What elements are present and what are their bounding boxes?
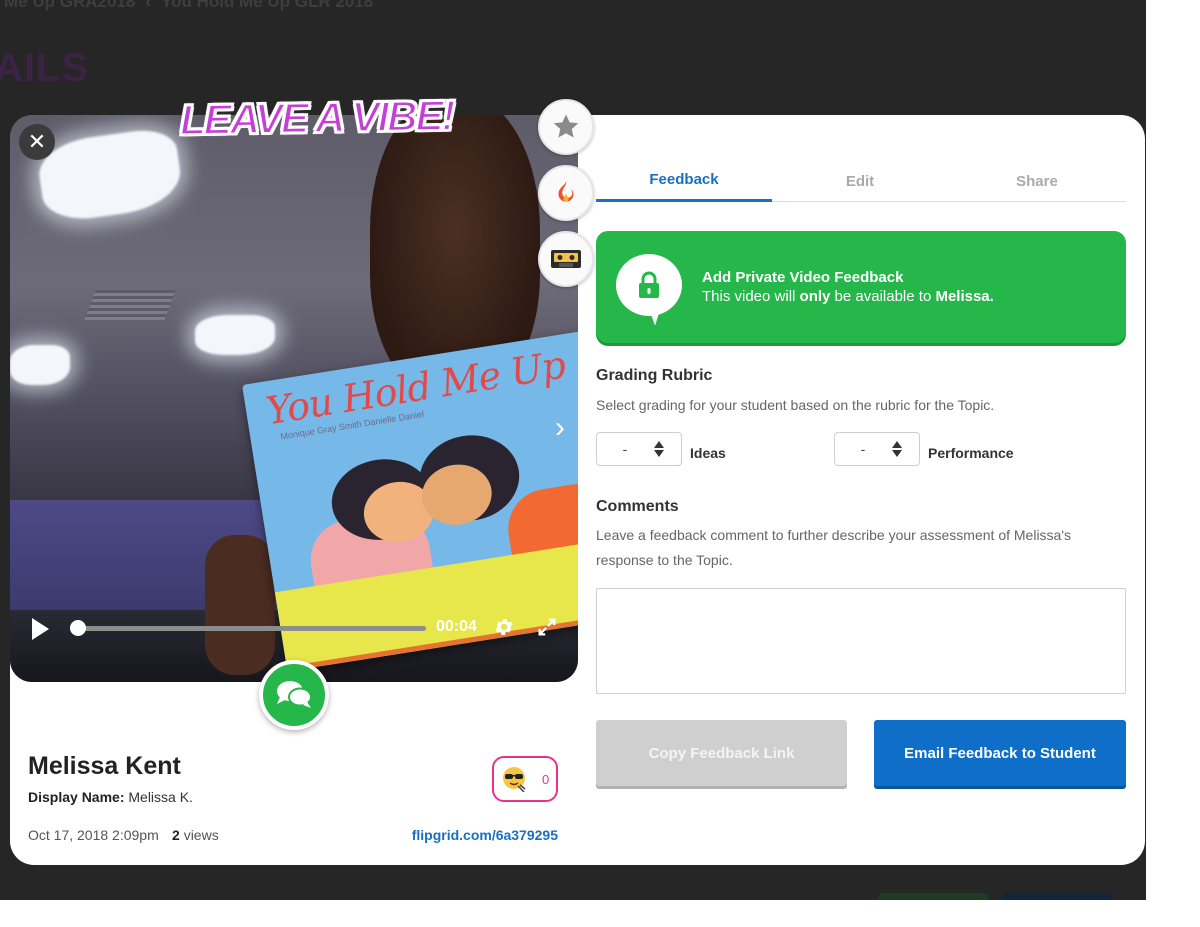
email-feedback-button[interactable]: Email Feedback to Student bbox=[874, 720, 1126, 786]
display-name: Display Name: Melissa K. bbox=[28, 789, 193, 805]
breadcrumb-current: You Hold Me Up GLR 2018 bbox=[161, 0, 374, 11]
background-button-green bbox=[878, 893, 988, 900]
breadcrumb-parent[interactable]: Me Up GRA2018 bbox=[4, 0, 135, 11]
video-controls: 00:04 bbox=[10, 600, 578, 660]
tab-share[interactable]: Share bbox=[948, 160, 1126, 202]
copy-feedback-link-button[interactable]: Copy Feedback Link bbox=[596, 720, 847, 786]
play-icon[interactable] bbox=[32, 618, 49, 640]
rubric-title: Grading Rubric bbox=[596, 367, 713, 384]
lock-bubble bbox=[616, 254, 682, 316]
close-button[interactable]: ✕ bbox=[19, 124, 55, 160]
sticker-badge[interactable]: 0 bbox=[492, 756, 558, 802]
performance-label: Performance bbox=[928, 445, 1014, 461]
fullscreen-icon[interactable] bbox=[536, 616, 558, 638]
comments-description: Leave a feedback comment to further desc… bbox=[596, 523, 1071, 573]
performance-grade-value: - bbox=[860, 441, 866, 457]
close-icon: ✕ bbox=[27, 129, 47, 154]
chat-bubbles-icon bbox=[277, 681, 312, 708]
student-name: Melissa Kent bbox=[28, 752, 181, 780]
share-link[interactable]: flipgrid.com/6a379295 bbox=[412, 827, 558, 843]
tab-bar: Feedback Edit Share bbox=[596, 160, 1126, 202]
banner-sub-prefix: This video will bbox=[702, 288, 800, 305]
leave-a-vibe-title: LEAVE A VIBE! bbox=[179, 91, 455, 145]
comments-title: Comments bbox=[596, 498, 679, 515]
display-name-value: Melissa K. bbox=[128, 789, 193, 805]
ceiling-light bbox=[35, 125, 185, 225]
ceiling-light bbox=[10, 345, 70, 385]
ceiling-light bbox=[195, 315, 275, 355]
banner-sub-middle: be available to bbox=[830, 288, 936, 305]
post-date: Oct 17, 2018 2:09pm bbox=[28, 827, 159, 843]
seek-handle[interactable] bbox=[70, 620, 86, 636]
next-video-button[interactable]: › bbox=[548, 410, 572, 446]
banner-sub-name: Melissa. bbox=[935, 288, 994, 305]
banner-sub-only: only bbox=[799, 288, 831, 305]
ideas-grade-stepper[interactable]: - bbox=[596, 432, 682, 466]
ideas-grade-value: - bbox=[622, 441, 628, 457]
cassette-icon bbox=[551, 250, 581, 268]
stepper-arrows-icon[interactable] bbox=[653, 441, 665, 457]
rubric-description: Select grading for your student based on… bbox=[596, 397, 995, 413]
sticker-count: 0 bbox=[542, 771, 550, 787]
page-heading: AILS bbox=[0, 46, 90, 90]
performance-grade-stepper[interactable]: - bbox=[834, 432, 920, 466]
tab-edit[interactable]: Edit bbox=[772, 160, 948, 202]
ideas-label: Ideas bbox=[690, 445, 726, 461]
banner-subtitle: This video will only be available to Mel… bbox=[702, 288, 994, 305]
breadcrumb: Me Up GRA2018 ‹ You Hold Me Up GLR 2018 bbox=[4, 0, 373, 12]
banner-title: Add Private Video Feedback bbox=[702, 269, 904, 286]
video-player[interactable]: You Hold Me Up Monique Gray Smith Daniel… bbox=[10, 115, 578, 682]
comment-textarea[interactable] bbox=[596, 588, 1126, 694]
seek-bar[interactable] bbox=[78, 626, 426, 631]
video-reply-button[interactable] bbox=[259, 660, 329, 730]
fire-icon bbox=[558, 180, 574, 202]
gear-icon[interactable] bbox=[493, 616, 515, 638]
lock-icon bbox=[639, 271, 659, 298]
star-icon bbox=[553, 114, 579, 138]
background-button-blue bbox=[1002, 893, 1112, 900]
reaction-fire-button[interactable] bbox=[538, 165, 594, 221]
view-count: 2 views bbox=[172, 827, 219, 843]
sunglasses-emoji-icon bbox=[503, 767, 526, 792]
tab-feedback[interactable]: Feedback bbox=[596, 160, 772, 202]
reaction-star-button[interactable] bbox=[538, 99, 594, 155]
chevron-right-icon: › bbox=[555, 411, 565, 444]
time-readout: 00:04 bbox=[436, 618, 477, 635]
views-label: views bbox=[183, 827, 219, 843]
chevron-left-icon: ‹ bbox=[145, 0, 151, 11]
comments-description-line2: response to the Topic. bbox=[596, 552, 733, 568]
views-number: 2 bbox=[172, 827, 180, 843]
ceiling-vent bbox=[84, 290, 176, 320]
reaction-mixtape-button[interactable] bbox=[538, 231, 594, 287]
display-name-label: Display Name: bbox=[28, 789, 125, 805]
private-video-feedback-button[interactable]: Add Private Video Feedback This video wi… bbox=[596, 231, 1126, 343]
stepper-arrows-icon[interactable] bbox=[891, 441, 903, 457]
comments-description-line1: Leave a feedback comment to further desc… bbox=[596, 527, 1072, 543]
